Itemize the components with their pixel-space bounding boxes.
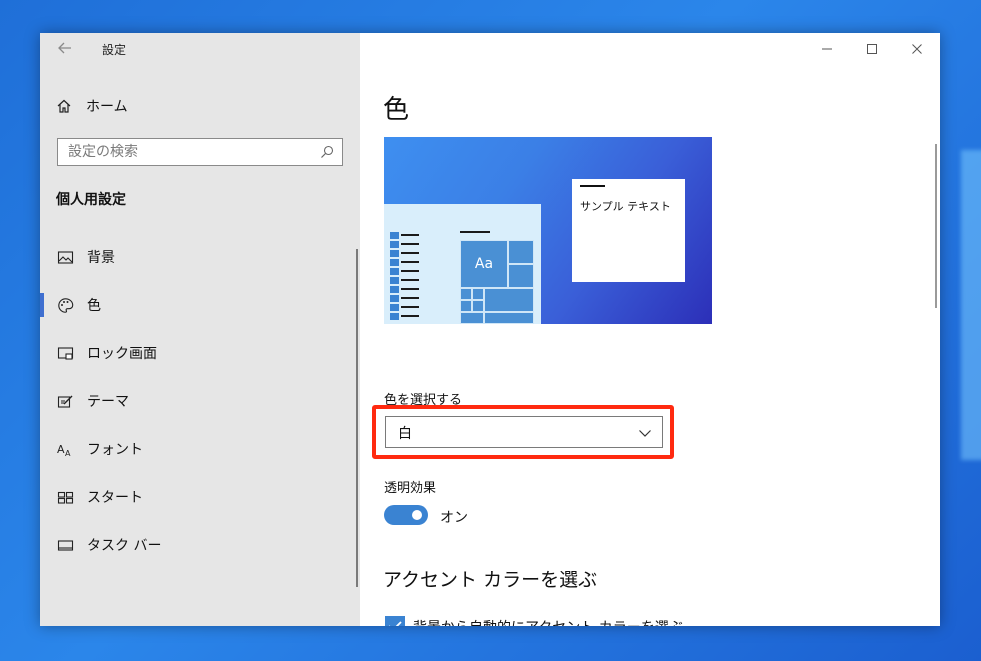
font-icon: AA (56, 440, 74, 458)
page-title: 色 (383, 95, 410, 125)
transparency-state: オン (440, 510, 468, 526)
search-input[interactable] (58, 139, 308, 165)
back-arrow-icon (58, 42, 71, 54)
auto-accent-checkbox[interactable] (385, 616, 405, 626)
sidebar-item-label: スタート (87, 490, 143, 506)
sidebar-item-fonts[interactable]: AA フォント (40, 429, 356, 469)
picture-icon (56, 248, 74, 266)
home-icon (57, 99, 71, 113)
accent-heading: アクセント カラーを選ぶ (383, 569, 598, 591)
sidebar-item-taskbar[interactable]: タスク バー (40, 525, 356, 565)
sidebar-item-label: タスク バー (87, 538, 162, 554)
lock-screen-icon (56, 344, 74, 362)
sidebar-scrollbar[interactable] (356, 249, 358, 587)
preview-sample-text: サンプル テキスト (580, 200, 671, 213)
svg-text:A: A (65, 449, 71, 458)
preview-header-line (460, 231, 490, 233)
desktop-wallpaper-glow (961, 150, 981, 460)
maximize-button[interactable] (857, 39, 887, 59)
home-label: ホーム (86, 99, 128, 115)
search-icon[interactable] (319, 144, 335, 160)
sidebar-item-label: フォント (87, 442, 143, 458)
main-content: 色 Aa サンプル テキスト 色を選択する 白 透明効果 オン アクセント カラ… (360, 33, 940, 626)
preview-tile-aa: Aa (460, 240, 508, 288)
taskbar-icon (56, 536, 74, 554)
toggle-knob (412, 510, 422, 520)
start-icon (56, 488, 74, 506)
minimize-icon (822, 48, 832, 50)
back-button[interactable] (57, 40, 73, 58)
sidebar-item-label: ロック画面 (87, 346, 157, 362)
sidebar-item-colors[interactable]: 色 (40, 285, 356, 325)
sidebar-item-label: 色 (87, 298, 101, 314)
preview-tiles: Aa (460, 240, 534, 324)
transparency-label: 透明効果 (384, 481, 437, 496)
auto-accent-label: 背景から自動的にアクセント カラーを選ぶ (413, 617, 683, 626)
checkmark-icon (389, 621, 402, 626)
color-mode-dropdown[interactable]: 白 (385, 416, 663, 448)
theme-icon (56, 392, 74, 410)
search-box[interactable] (57, 138, 343, 166)
maximize-icon (867, 44, 877, 54)
svg-text:A: A (57, 443, 65, 456)
preview-window: サンプル テキスト (572, 179, 685, 282)
palette-icon (56, 296, 74, 314)
section-heading: 個人用設定 (56, 192, 126, 208)
sidebar-item-label: テーマ (87, 394, 129, 410)
sidebar-item-label: 背景 (87, 250, 115, 266)
color-preview: Aa サンプル テキスト (384, 137, 712, 324)
close-button[interactable] (902, 39, 932, 59)
settings-window: 設定 ホーム 個人用設定 背景 色 ロック画面 テーマ AA フォント (40, 33, 940, 626)
home-link[interactable]: ホーム (56, 95, 128, 117)
sidebar-item-themes[interactable]: テーマ (40, 381, 356, 421)
window-title: 設定 (102, 43, 127, 57)
chevron-down-icon (639, 430, 651, 437)
dropdown-value: 白 (398, 426, 412, 442)
transparency-toggle[interactable] (384, 505, 428, 525)
close-icon (912, 44, 922, 54)
sidebar: 設定 ホーム 個人用設定 背景 色 ロック画面 テーマ AA フォント (40, 33, 360, 626)
sidebar-item-lock-screen[interactable]: ロック画面 (40, 333, 356, 373)
minimize-button[interactable] (812, 39, 842, 59)
content-scrollbar[interactable] (935, 144, 937, 308)
sidebar-item-background[interactable]: 背景 (40, 237, 356, 277)
sidebar-item-start[interactable]: スタート (40, 477, 356, 517)
